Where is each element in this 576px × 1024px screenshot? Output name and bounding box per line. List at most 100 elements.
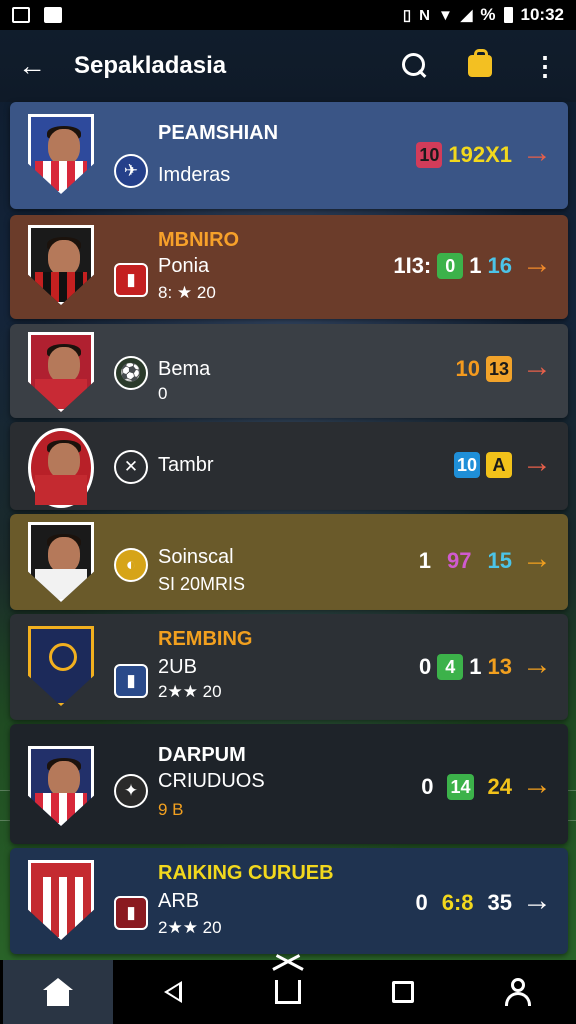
stats: 1I3: 0 1 16 <box>393 253 512 279</box>
stat-chip: 10 <box>416 142 443 168</box>
team-name: RAIKING CURUEB <box>158 862 334 884</box>
team-meta: 8: ★ 20 <box>158 283 216 302</box>
chevron-right-icon[interactable]: → <box>522 350 552 384</box>
nav-recents[interactable] <box>348 960 458 1024</box>
team-subtitle: Bema <box>158 358 211 380</box>
home-icon <box>42 978 73 1006</box>
team-meta: 2★★ 20 <box>158 682 222 701</box>
stat-chip: A <box>486 452 512 478</box>
stat-chip: 14 <box>447 774 474 800</box>
nav-back[interactable] <box>118 960 228 1024</box>
stat-chip: 0 <box>437 253 464 279</box>
stat-value: 0 <box>415 890 428 915</box>
stat-value: 1 <box>469 654 482 679</box>
stat-value: 192X1 <box>448 142 512 167</box>
stat-chip: 13 <box>485 356 512 382</box>
club-crest <box>28 860 94 940</box>
stat-value: 13 <box>487 654 512 679</box>
stat-value: 10 <box>455 356 480 381</box>
team-name: DARPUM <box>158 744 246 766</box>
app-bar: ← Sepakladasia ⋮ <box>0 30 576 102</box>
chevron-right-icon[interactable]: → <box>522 542 552 576</box>
nav-home[interactable] <box>2 960 113 1024</box>
image-notification-icon <box>12 7 30 23</box>
team-meta: 2★★ 20 <box>158 918 222 937</box>
chevron-right-icon[interactable]: → <box>522 768 552 802</box>
nav-profile[interactable] <box>463 960 573 1024</box>
chevron-right-icon[interactable]: → <box>522 446 552 480</box>
player-crest <box>28 225 94 305</box>
club-crest <box>28 626 94 706</box>
back-arrow-icon[interactable]: ← <box>18 50 48 82</box>
team-meta: SI 20MRIS <box>158 574 246 594</box>
nfc-icon: N <box>419 6 430 24</box>
team-subtitle: Tambr <box>158 454 214 476</box>
team-name: REMBING <box>158 628 253 650</box>
shopping-bag-icon[interactable] <box>468 49 492 77</box>
club-badge-icon: ✕ <box>114 450 148 484</box>
list-item[interactable]: ◐ Soinscal SI 20MRIS 1 97 15 → <box>10 514 568 610</box>
stats: 10 192X1 <box>416 142 512 168</box>
club-badge-icon: ✈ <box>114 154 148 188</box>
vibrate-icon: ▯ <box>402 7 412 24</box>
team-name: MBNIRO <box>158 229 240 251</box>
stat-value: 0 <box>419 654 432 679</box>
player-crest <box>28 428 94 508</box>
team-subtitle: ARB <box>158 890 200 912</box>
nav-home-button[interactable] <box>233 960 343 1024</box>
list-item[interactable]: ⚽ Bema 0 10 13 → <box>10 324 568 418</box>
stat-value: 1 <box>469 253 482 278</box>
player-crest <box>28 746 94 826</box>
team-subtitle: Imderas <box>158 164 231 186</box>
stat-value: 97 <box>447 548 472 573</box>
chevron-right-icon[interactable]: → <box>522 136 552 170</box>
status-bar: ▯ N ▼ ◢ % 10:32 <box>0 0 576 30</box>
chevron-right-icon[interactable]: → <box>522 884 552 918</box>
battery-icon <box>503 7 513 23</box>
player-crest <box>28 114 94 194</box>
stat-chip: 10 <box>453 452 480 478</box>
bottom-nav <box>0 960 576 1024</box>
list-item[interactable]: ▮ MBNIRO Ponia 8: ★ 20 1I3: 0 1 16 → <box>10 215 568 319</box>
team-subtitle: 2UB <box>158 656 197 678</box>
recents-square-icon <box>392 981 415 1003</box>
stats: 0 14 24 <box>421 774 512 800</box>
club-badge-icon: ▮ <box>114 896 148 930</box>
list-item[interactable]: ▮ REMBING 2UB 2★★ 20 0 4 1 13 → <box>10 614 568 720</box>
mail-notification-icon <box>44 7 62 23</box>
player-crest <box>28 332 94 412</box>
club-badge-icon: ▮ <box>114 263 148 297</box>
back-triangle-icon <box>163 981 182 1003</box>
stats: 1 97 15 <box>419 548 512 574</box>
user-icon <box>504 978 532 1006</box>
wifi-icon: ▼ <box>437 6 453 24</box>
stats: 0 4 1 13 <box>419 654 512 680</box>
stats: 10 13 <box>455 356 512 382</box>
team-meta: 9 B <box>158 800 184 819</box>
house-outline-icon <box>274 980 301 1004</box>
team-subtitle: Ponia <box>158 255 210 277</box>
stat-value: 0 <box>421 774 434 799</box>
club-badge-icon: ✦ <box>114 774 148 808</box>
list-item[interactable]: ✈ PEAMSHIAN Imderas 10 192X1 → <box>10 102 568 209</box>
club-badge-icon: ⚽ <box>114 356 148 390</box>
team-subtitle: Soinscal <box>158 546 234 568</box>
battery-percent: % <box>480 5 496 24</box>
team-name: PEAMSHIAN <box>158 122 279 144</box>
signal-icon: ◢ <box>460 7 473 24</box>
stat-value: 24 <box>487 774 512 799</box>
list-item[interactable]: ▮ RAIKING CURUEB ARB 2★★ 20 0 6:8 35 → <box>10 848 568 954</box>
more-vert-icon[interactable]: ⋮ <box>532 53 558 79</box>
stat-value: 35 <box>487 890 512 915</box>
chevron-right-icon[interactable]: → <box>522 648 552 682</box>
list-item[interactable]: ✦ DARPUM CRIUDUOS 9 B 0 14 24 → <box>10 724 568 844</box>
stat-value: 6:8 <box>441 890 474 915</box>
stat-value: 1I3: <box>393 253 432 278</box>
stat-value: 15 <box>487 548 512 573</box>
search-icon[interactable] <box>402 53 428 79</box>
team-meta: 0 <box>158 384 168 403</box>
chevron-right-icon[interactable]: → <box>522 247 552 281</box>
team-subtitle: CRIUDUOS <box>158 770 265 792</box>
stats: 0 6:8 35 <box>415 890 512 916</box>
list-item[interactable]: ✕ Tambr 10 A → <box>10 422 568 510</box>
